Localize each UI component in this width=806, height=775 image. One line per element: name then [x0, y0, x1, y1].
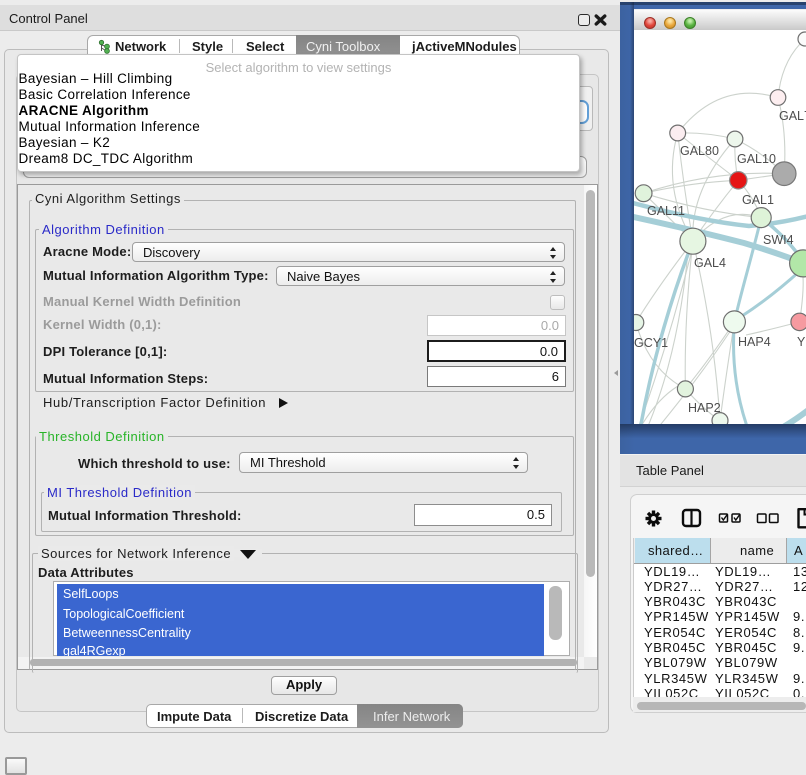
- svg-text:GAL4: GAL4: [694, 256, 726, 270]
- svg-text:SWI4: SWI4: [763, 233, 794, 247]
- svg-text:Y: Y: [797, 335, 806, 349]
- svg-text:GAL7: GAL7: [779, 109, 806, 123]
- svg-text:GAL10: GAL10: [737, 152, 776, 166]
- svg-text:HAP2: HAP2: [688, 401, 721, 415]
- svg-text:GAL11: GAL11: [647, 204, 685, 218]
- svg-text:GAL80: GAL80: [680, 144, 719, 158]
- svg-text:HAP4: HAP4: [738, 335, 771, 349]
- svg-text:GAL1: GAL1: [742, 193, 774, 207]
- svg-text:GCY1: GCY1: [634, 336, 668, 350]
